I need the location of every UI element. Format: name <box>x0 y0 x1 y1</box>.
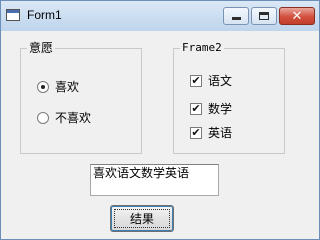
focus-rect <box>114 209 170 228</box>
checkbox-english-box[interactable]: ✔ <box>190 126 202 139</box>
checkbox-chinese[interactable]: ✔ 语文 <box>190 72 232 89</box>
checkbox-math-box[interactable]: ✔ <box>190 102 202 115</box>
maximize-icon <box>259 12 269 20</box>
frame-preference: 意愿 喜欢 不喜欢 <box>20 41 142 154</box>
result-button[interactable]: 结果 <box>110 205 174 232</box>
checkbox-math-label[interactable]: 数学 <box>208 100 232 117</box>
checkbox-chinese-box[interactable]: ✔ <box>190 74 202 87</box>
frame-subjects-title: Frame2 <box>180 41 224 55</box>
maximize-button[interactable] <box>251 7 277 25</box>
checkmark-icon: ✔ <box>191 126 201 139</box>
form1-window: Form1 ✕ 意愿 喜欢 不喜欢 Frame2 ✔ 语文 ✔ 数学 ✔ 英语 … <box>0 0 320 240</box>
radio-dislike-label[interactable]: 不喜欢 <box>55 109 91 126</box>
frame-preference-title: 意愿 <box>27 41 56 55</box>
checkbox-english-label[interactable]: 英语 <box>208 124 232 141</box>
radio-like-indicator[interactable] <box>37 80 49 93</box>
frame-subjects: Frame2 ✔ 语文 ✔ 数学 ✔ 英语 <box>173 41 285 154</box>
radio-like[interactable]: 喜欢 <box>37 78 79 95</box>
checkmark-icon: ✔ <box>191 102 201 115</box>
checkmark-icon: ✔ <box>191 74 201 87</box>
title-bar[interactable]: Form1 ✕ <box>1 1 319 31</box>
radio-selected-dot <box>41 84 45 89</box>
minimize-icon <box>231 17 241 20</box>
radio-dislike-indicator[interactable] <box>37 111 49 124</box>
checkbox-math[interactable]: ✔ 数学 <box>190 100 232 117</box>
close-button[interactable]: ✕ <box>279 7 315 25</box>
radio-dislike[interactable]: 不喜欢 <box>37 109 91 126</box>
close-icon: ✕ <box>291 8 303 24</box>
radio-like-label[interactable]: 喜欢 <box>55 78 79 95</box>
window-title: Form1 <box>27 8 62 22</box>
checkbox-english[interactable]: ✔ 英语 <box>190 124 232 141</box>
checkbox-chinese-label[interactable]: 语文 <box>208 72 232 89</box>
form-app-icon[interactable] <box>6 9 20 21</box>
minimize-button[interactable] <box>223 7 249 25</box>
result-textbox[interactable]: 喜欢语文数学英语 <box>90 164 219 196</box>
